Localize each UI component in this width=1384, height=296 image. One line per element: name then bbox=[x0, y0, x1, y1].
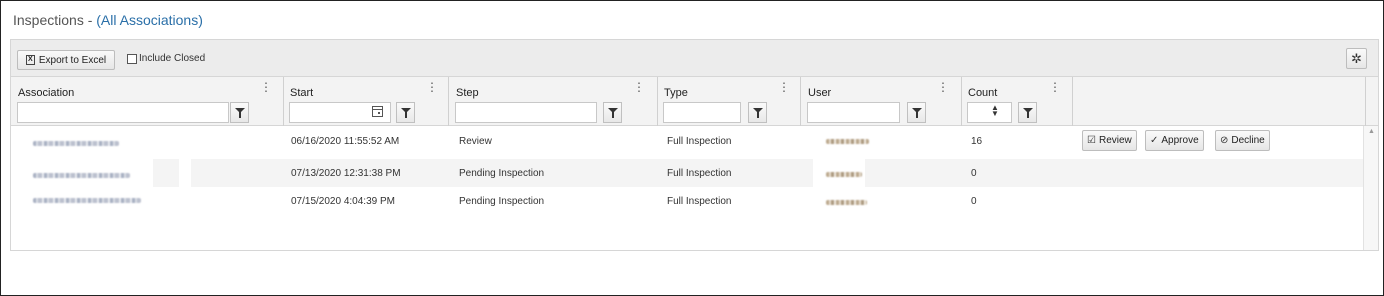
step-cell: Pending Inspection bbox=[459, 168, 545, 179]
count-cell: 16 bbox=[971, 136, 983, 147]
table-row[interactable]: 07/13/2020 12:31:38 PM Pending Inspectio… bbox=[11, 159, 1363, 187]
calendar-icon[interactable] bbox=[372, 106, 383, 117]
association-name-redacted bbox=[33, 141, 119, 146]
kebab-menu-icon[interactable]: ⋮ bbox=[937, 81, 949, 93]
gear-icon: ✲ bbox=[1351, 50, 1362, 66]
table-row[interactable]: 07/15/2020 4:04:39 PM Pending Inspection… bbox=[11, 187, 1363, 215]
step-filter-button[interactable] bbox=[603, 102, 622, 123]
column-divider[interactable] bbox=[448, 77, 449, 126]
scroll-up-icon[interactable]: ▲ bbox=[1368, 128, 1375, 135]
kebab-menu-icon[interactable]: ⋮ bbox=[260, 81, 272, 93]
review-button[interactable]: ☑ Review bbox=[1082, 130, 1137, 151]
count-filter-button[interactable] bbox=[1018, 102, 1037, 123]
column-divider[interactable] bbox=[961, 77, 962, 126]
column-header-count[interactable]: Count bbox=[968, 87, 997, 99]
grid-settings-button[interactable]: ✲ bbox=[1346, 48, 1367, 69]
association-name-redacted bbox=[33, 173, 130, 178]
user-filter-input[interactable] bbox=[807, 102, 900, 123]
kebab-menu-icon[interactable]: ⋮ bbox=[778, 81, 790, 93]
include-closed-checkbox[interactable] bbox=[127, 53, 137, 64]
inspections-panel: Inspections - (All Associations) X Expor… bbox=[0, 0, 1384, 296]
type-cell: Full Inspection bbox=[667, 196, 732, 207]
ban-icon: ⊘ bbox=[1220, 135, 1229, 146]
step-cell: Pending Inspection bbox=[459, 196, 545, 207]
include-closed-label: Include Closed bbox=[139, 53, 206, 64]
column-header-association[interactable]: Association bbox=[18, 87, 74, 99]
export-to-excel-label: Export to Excel bbox=[38, 54, 107, 66]
user-name-redacted bbox=[826, 200, 867, 205]
column-divider[interactable] bbox=[657, 77, 658, 126]
association-name-redacted bbox=[33, 198, 141, 203]
grid-body: 06/16/2020 11:55:52 AM Review Full Inspe… bbox=[11, 126, 1363, 250]
column-header-user[interactable]: User bbox=[808, 87, 831, 99]
count-filter-input[interactable] bbox=[967, 102, 1012, 123]
filter-icon bbox=[752, 108, 763, 118]
spinner-icon[interactable]: ▲ ▼ bbox=[991, 104, 999, 118]
column-header-row bbox=[11, 77, 1378, 101]
page-title-text: Inspections - bbox=[13, 12, 97, 28]
vertical-scrollbar[interactable]: ▲ bbox=[1363, 126, 1378, 250]
start-filter-button[interactable] bbox=[396, 102, 415, 123]
step-filter-input[interactable] bbox=[455, 102, 597, 123]
export-to-excel-button[interactable]: X Export to Excel bbox=[17, 50, 115, 70]
filter-icon bbox=[1022, 108, 1033, 118]
start-cell: 07/13/2020 12:31:38 PM bbox=[291, 168, 401, 179]
count-cell: 0 bbox=[971, 168, 977, 179]
user-filter-button[interactable] bbox=[907, 102, 926, 123]
association-filter-link[interactable]: (All Associations) bbox=[96, 12, 203, 28]
review-label: Review bbox=[1098, 135, 1132, 146]
filter-icon bbox=[234, 108, 245, 118]
kebab-menu-icon[interactable]: ⋮ bbox=[633, 81, 645, 93]
type-filter-input[interactable] bbox=[663, 102, 741, 123]
inspections-grid: X Export to Excel Include Closed ✲ Assoc… bbox=[10, 39, 1379, 251]
type-cell: Full Inspection bbox=[667, 136, 732, 147]
column-header-step[interactable]: Step bbox=[456, 87, 479, 99]
user-name-redacted bbox=[826, 172, 862, 177]
column-header-start[interactable]: Start bbox=[290, 87, 313, 99]
approve-button[interactable]: ✓ Approve bbox=[1145, 130, 1204, 151]
approve-label: Approve bbox=[1161, 135, 1199, 146]
type-filter-button[interactable] bbox=[748, 102, 767, 123]
decline-label: Decline bbox=[1231, 135, 1265, 146]
excel-icon: X bbox=[25, 55, 35, 65]
kebab-menu-icon[interactable]: ⋮ bbox=[1049, 81, 1061, 93]
page-title: Inspections - (All Associations) bbox=[13, 12, 203, 28]
type-cell: Full Inspection bbox=[667, 168, 732, 179]
filter-icon bbox=[400, 108, 411, 118]
column-divider[interactable] bbox=[800, 77, 801, 126]
association-filter-button[interactable] bbox=[230, 102, 249, 123]
start-cell: 07/15/2020 4:04:39 PM bbox=[291, 196, 395, 207]
table-row[interactable]: 06/16/2020 11:55:52 AM Review Full Inspe… bbox=[11, 126, 1363, 154]
start-cell: 06/16/2020 11:55:52 AM bbox=[291, 136, 400, 147]
count-cell: 0 bbox=[971, 196, 977, 207]
column-divider[interactable] bbox=[283, 77, 284, 126]
column-divider[interactable] bbox=[1072, 77, 1073, 126]
checkmark-icon: ✓ bbox=[1150, 135, 1159, 146]
column-header-type[interactable]: Type bbox=[664, 87, 688, 99]
include-closed-toggle[interactable]: Include Closed bbox=[127, 53, 205, 64]
user-name-redacted bbox=[826, 139, 869, 144]
column-divider[interactable] bbox=[1365, 77, 1366, 126]
filter-icon bbox=[911, 108, 922, 118]
redaction-block bbox=[179, 159, 191, 187]
association-filter-input[interactable] bbox=[17, 102, 229, 123]
step-cell: Review bbox=[459, 136, 492, 147]
grid-toolbar: X Export to Excel Include Closed ✲ bbox=[11, 40, 1378, 77]
kebab-menu-icon[interactable]: ⋮ bbox=[426, 81, 438, 93]
review-icon: ☑ bbox=[1087, 135, 1096, 146]
decline-button[interactable]: ⊘ Decline bbox=[1215, 130, 1270, 151]
filter-icon bbox=[607, 108, 618, 118]
